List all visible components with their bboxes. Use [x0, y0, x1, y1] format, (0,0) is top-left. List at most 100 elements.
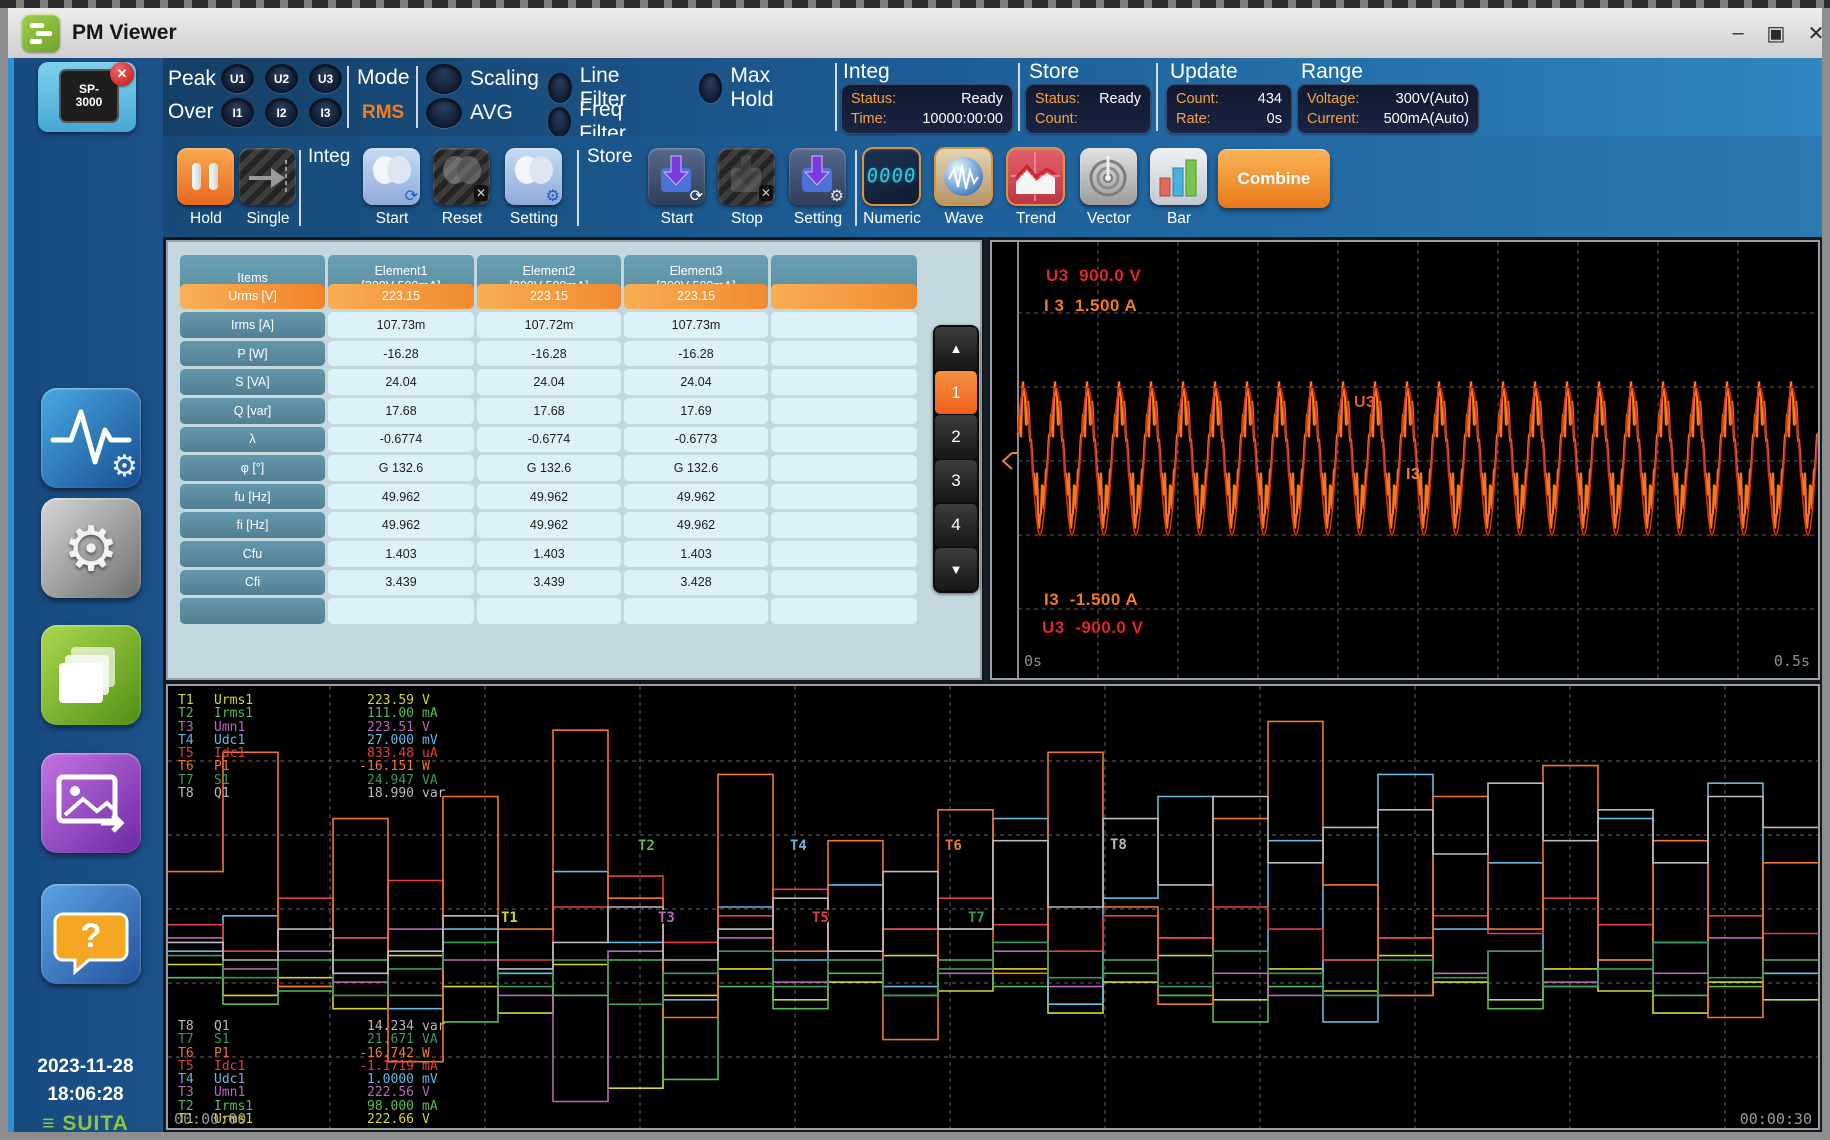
- integ-setting-button[interactable]: ⚙: [505, 148, 562, 205]
- store-stop-button[interactable]: ✕: [718, 148, 775, 205]
- value-cell: G 132.6: [328, 455, 474, 481]
- item-label-cell: [180, 598, 325, 624]
- item-label-cell: S [VA]: [180, 369, 325, 395]
- trace-label-u3: U3: [1354, 394, 1375, 412]
- help-icon: ?: [41, 884, 141, 984]
- value-cell: [771, 455, 917, 481]
- value-cell: 223.15: [624, 284, 768, 310]
- trend-time-end: 00:00:30: [1740, 1110, 1812, 1128]
- device-line2: 3000: [76, 96, 103, 109]
- integ-group-label: Integ: [308, 146, 350, 168]
- legend-row-t4: T4Udc127.000mV: [178, 734, 445, 747]
- status-toolbar: Peak Over U1U2U3 I1I2I3 Mode RMS Scaling…: [163, 58, 1822, 137]
- wave-time-end: 0.5s: [1774, 652, 1810, 670]
- store-start-wrap: ⟳ Start: [648, 148, 705, 240]
- minimize-button[interactable]: –: [1722, 17, 1754, 49]
- titlebar: PM Viewer – ▣ ✕: [8, 8, 1822, 59]
- value-cell: 24.04: [477, 369, 621, 395]
- value-cell: [477, 598, 621, 624]
- store-status-value: Ready: [1099, 91, 1141, 107]
- page-button-1[interactable]: 1: [935, 371, 977, 414]
- value-cell: [771, 512, 917, 538]
- trend-view-label: Trend: [995, 210, 1077, 228]
- max-hold-indicator[interactable]: [699, 73, 722, 103]
- range-section-label: Range: [1301, 60, 1363, 84]
- peak-over-indicator-u3: U3: [309, 64, 342, 93]
- value-cell: [771, 369, 917, 395]
- integ-setting-wrap: ⚙ Setting: [505, 148, 562, 240]
- wave-time-start: 0s: [1024, 652, 1042, 670]
- value-cell: G 132.6: [477, 455, 621, 481]
- page-button-2[interactable]: 2: [935, 415, 977, 458]
- numeric-view-button[interactable]: 0000: [863, 148, 920, 205]
- vector-view-button[interactable]: [1080, 148, 1137, 205]
- maximize-button[interactable]: ▣: [1760, 17, 1792, 49]
- bar-view-button[interactable]: [1150, 148, 1207, 205]
- close-button[interactable]: ✕: [1800, 17, 1830, 49]
- integ-time-value: 10000:00:00: [922, 111, 1003, 127]
- window-border-left: [0, 8, 8, 1140]
- peak-over-label-1: Peak: [168, 67, 216, 91]
- integ-setting-label: Setting: [493, 210, 575, 228]
- freq-filter-indicator[interactable]: [548, 107, 571, 137]
- settings-nav-button[interactable]: ⚙: [41, 498, 141, 598]
- store-start-button[interactable]: ⟳: [648, 148, 705, 205]
- divider: [835, 63, 837, 131]
- divider: [1156, 63, 1158, 131]
- range-current-value: 500mA(Auto): [1384, 111, 1469, 127]
- brand-bars-icon: ≡: [42, 1112, 55, 1135]
- peak-over-indicator-i1: I1: [221, 98, 254, 127]
- help-nav-button[interactable]: ?: [41, 884, 141, 984]
- store-setting-label: Setting: [777, 210, 859, 228]
- trend-view-button[interactable]: [1007, 148, 1064, 205]
- value-cell: [771, 570, 917, 596]
- hold-button-wrap: Hold: [177, 148, 234, 240]
- vector-view-wrap: Vector: [1080, 148, 1137, 240]
- range-voltage-label: Voltage:: [1307, 91, 1359, 107]
- single-button[interactable]: [239, 148, 296, 205]
- refresh-icon: ⟳: [690, 189, 703, 205]
- value-cell: -0.6774: [328, 427, 474, 453]
- legend-row-t8: T8Q118.990var: [178, 787, 445, 800]
- wave-monitor-nav-button[interactable]: ⚙: [41, 388, 141, 488]
- value-cell: -0.6773: [624, 427, 768, 453]
- divider: [1018, 63, 1020, 131]
- store-setting-wrap: ⚙ Setting: [789, 148, 846, 240]
- integ-icon: [363, 148, 420, 188]
- legend-row-t6: T6P1-16.151W: [178, 760, 445, 773]
- store-setting-button[interactable]: ⚙: [789, 148, 846, 205]
- scaling-indicator[interactable]: [426, 64, 462, 94]
- layers-nav-button[interactable]: [41, 625, 141, 725]
- hold-button[interactable]: [177, 148, 234, 205]
- store-stop-label: Stop: [706, 210, 788, 228]
- trend-marker-t4: T4: [790, 838, 807, 854]
- avg-indicator[interactable]: [426, 98, 462, 128]
- legend-row-t5: T5Idc1833.48uA: [178, 747, 445, 760]
- integ-reset-button[interactable]: ✕: [433, 148, 490, 205]
- integ-status-label: Status:: [851, 91, 896, 107]
- screenshot-nav-button[interactable]: [41, 753, 141, 853]
- value-cell: [771, 598, 917, 624]
- page-down-button[interactable]: ▼: [935, 548, 977, 591]
- page-up-button[interactable]: ▲: [935, 327, 977, 370]
- item-label-cell: φ [°]: [180, 455, 325, 481]
- wave-view-button[interactable]: [935, 148, 992, 205]
- value-cell: 49.962: [328, 484, 474, 510]
- window-border-bottom: [0, 1132, 1830, 1140]
- wave-sphere-icon: [944, 157, 983, 196]
- divider: [416, 66, 418, 128]
- trend-view-wrap: Trend: [1007, 148, 1064, 240]
- wave-scale-i3-top: I 3 1.500 A: [1044, 296, 1137, 316]
- integ-start-button[interactable]: ⟳: [363, 148, 420, 205]
- trend-marker-t3: T3: [658, 910, 675, 926]
- combine-button[interactable]: Combine: [1218, 149, 1330, 208]
- item-label-cell: Cfu: [180, 541, 325, 567]
- legend-row-t8: T8Q114.234var: [178, 1020, 445, 1033]
- device-sp3000-button[interactable]: SP- 3000 ✕: [38, 62, 136, 132]
- integ-time-label: Time:: [851, 111, 887, 127]
- page-button-3[interactable]: 3: [935, 460, 977, 503]
- integ-reset-label: Reset: [421, 210, 503, 228]
- brand-logo: ≡ SUITA: [8, 1112, 163, 1136]
- update-count-value: 434: [1258, 91, 1282, 107]
- page-button-4[interactable]: 4: [935, 504, 977, 547]
